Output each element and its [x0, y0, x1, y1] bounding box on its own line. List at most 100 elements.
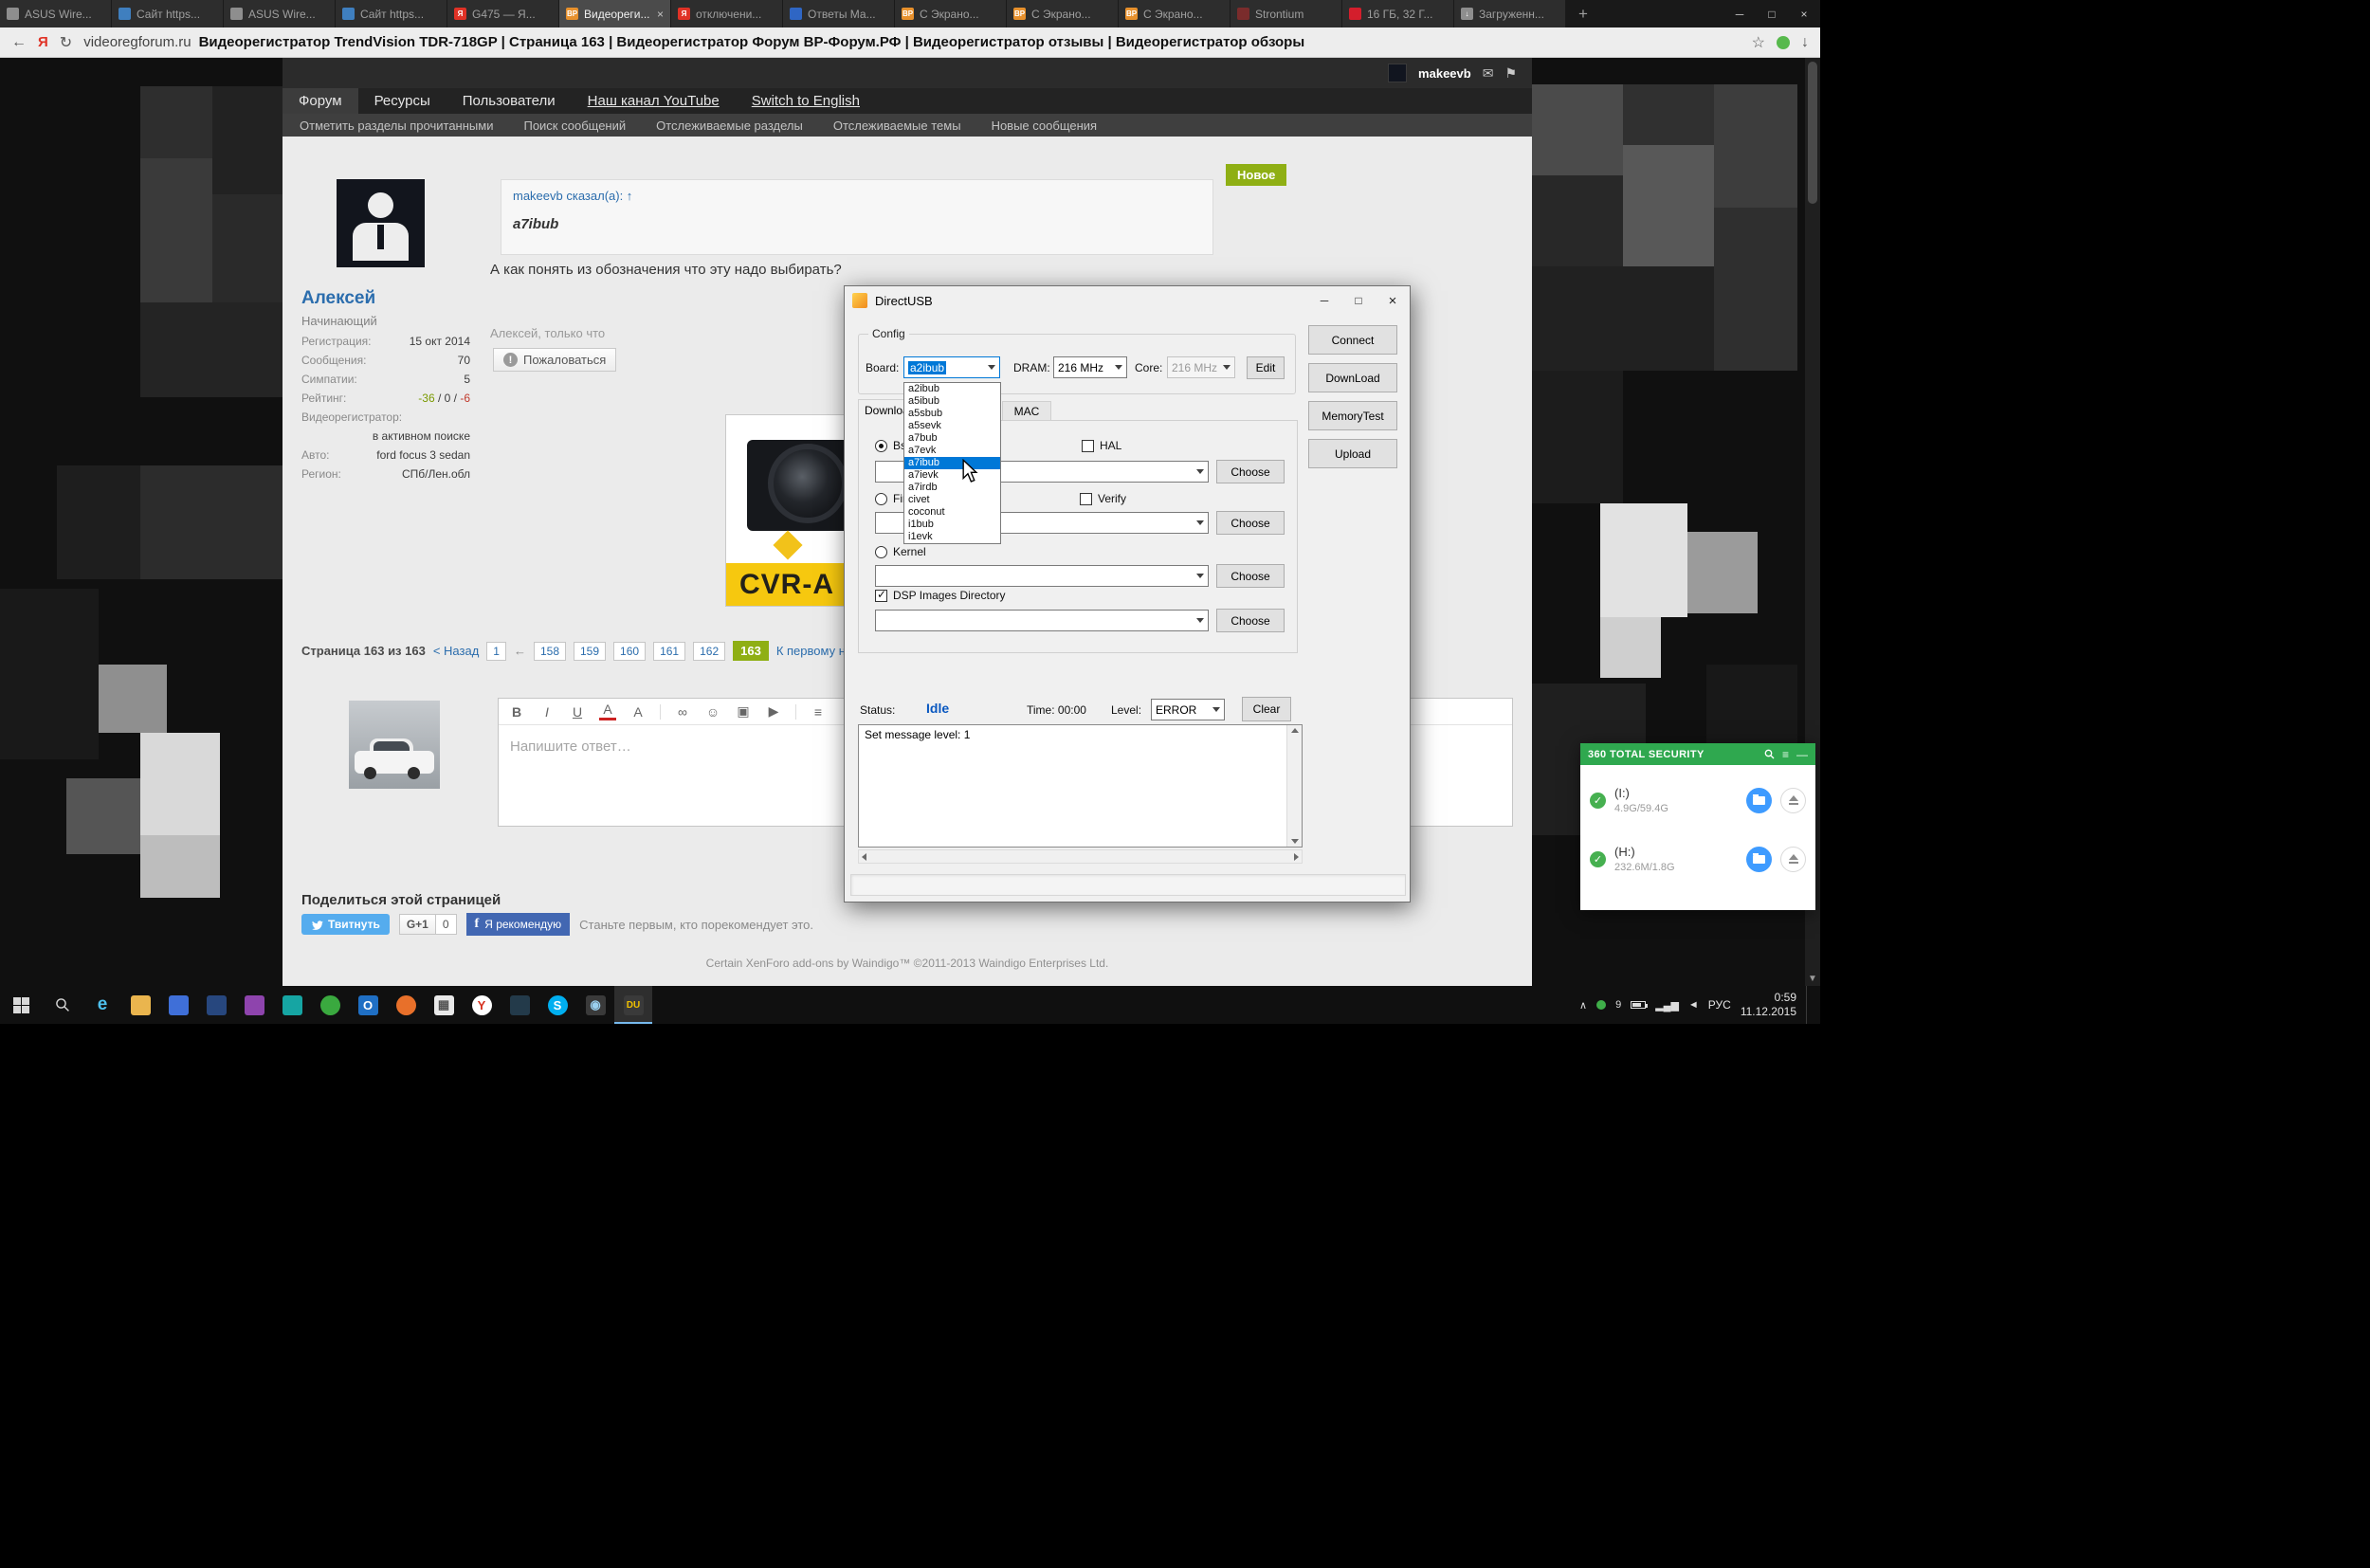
eject-drive-button[interactable]: [1780, 847, 1806, 872]
dropdown-option[interactable]: a7evk: [904, 445, 1000, 457]
dropdown-option[interactable]: a7irdb: [904, 482, 1000, 494]
dialog-close-button[interactable]: ×: [1376, 286, 1410, 315]
dropdown-option[interactable]: a5sevk: [904, 420, 1000, 432]
align-icon[interactable]: ≡: [810, 704, 827, 720]
underline-icon[interactable]: U: [569, 704, 586, 720]
taskbar-clock[interactable]: 0:5911.12.2015: [1741, 991, 1796, 1019]
tab-mac[interactable]: MAC: [1002, 401, 1051, 421]
level-select[interactable]: ERROR: [1151, 699, 1225, 720]
page-link-1[interactable]: 1: [486, 642, 506, 661]
tweet-button[interactable]: Твитнуть: [301, 914, 390, 935]
yandex-logo-icon[interactable]: Я: [38, 34, 48, 50]
browser-tab[interactable]: ВРС Экрано...: [895, 0, 1007, 27]
new-tab-button[interactable]: +: [1566, 0, 1600, 27]
bst-radio[interactable]: [875, 440, 887, 452]
taskbar-app-camera[interactable]: ◉: [576, 986, 614, 1024]
start-button[interactable]: [0, 986, 42, 1024]
hal-checkbox[interactable]: [1082, 440, 1094, 452]
link-icon[interactable]: ∞: [674, 704, 691, 720]
network-icon[interactable]: ▂▄▆: [1655, 999, 1679, 1012]
chevron-down-icon[interactable]: [1110, 357, 1126, 377]
kernel-choose-button[interactable]: Choose: [1216, 564, 1285, 588]
browser-tab[interactable]: Ответы Ма...: [783, 0, 895, 27]
taskbar-app-explorer[interactable]: [121, 986, 159, 1024]
dropdown-option[interactable]: a5ibub: [904, 395, 1000, 408]
scroll-left-icon[interactable]: [862, 853, 866, 861]
dropdown-option[interactable]: a7bub: [904, 432, 1000, 445]
font-size-icon[interactable]: A: [629, 704, 647, 720]
inbox-envelope-icon[interactable]: ✉: [1483, 65, 1494, 82]
kernel-file-input[interactable]: [875, 565, 1209, 587]
dropdown-option[interactable]: coconut: [904, 506, 1000, 519]
dsp-checkbox[interactable]: [875, 590, 887, 602]
scrollbar-down-icon[interactable]: ▼: [1805, 974, 1820, 984]
dialog-maximize-button[interactable]: □: [1341, 286, 1376, 315]
subnav-watched-threads[interactable]: Отслеживаемые темы: [833, 119, 961, 133]
taskbar-app-skype[interactable]: S: [538, 986, 576, 1024]
security-panel-header[interactable]: 360 TOTAL SECURITY ≡ —: [1580, 743, 1815, 765]
dropdown-option[interactable]: civet: [904, 494, 1000, 506]
volume-icon[interactable]: ◄: [1688, 999, 1699, 1011]
nav-item-youtube[interactable]: Наш канал YouTube: [572, 88, 736, 114]
eject-drive-button[interactable]: [1780, 788, 1806, 813]
chevron-down-icon[interactable]: [1192, 611, 1208, 630]
connect-button[interactable]: Connect: [1308, 325, 1397, 355]
open-drive-button[interactable]: [1746, 847, 1772, 872]
turbo-mode-icon[interactable]: [1777, 36, 1790, 49]
downloads-icon[interactable]: ↓: [1801, 34, 1809, 51]
browser-tab[interactable]: ↓Загруженн...: [1454, 0, 1566, 27]
show-desktop-button[interactable]: [1806, 986, 1813, 1024]
window-close-button[interactable]: ×: [1788, 0, 1820, 27]
nav-item-switch-english[interactable]: Switch to English: [736, 88, 876, 114]
alerts-flag-icon[interactable]: ⚑: [1504, 65, 1517, 82]
url-text[interactable]: videoregforum.ruВидеорегистратор TrendVi…: [83, 34, 1740, 50]
text-color-icon[interactable]: A: [599, 702, 616, 720]
taskbar-search-button[interactable]: [42, 986, 83, 1024]
subnav-watched-forums[interactable]: Отслеживаемые разделы: [656, 119, 803, 133]
tray-expand-icon[interactable]: ∧: [1579, 999, 1587, 1012]
browser-tab[interactable]: Сайт https...: [112, 0, 224, 27]
firmware-choose-button[interactable]: Choose: [1216, 511, 1285, 535]
page-link[interactable]: 159: [574, 642, 606, 661]
italic-icon[interactable]: I: [538, 704, 556, 720]
tray-badge-count[interactable]: 9: [1615, 999, 1621, 1011]
download-button[interactable]: DownLoad: [1308, 363, 1397, 392]
page-link[interactable]: 158: [534, 642, 566, 661]
quote-header-link[interactable]: makeevb сказал(а): ↑: [513, 189, 1201, 203]
dram-select[interactable]: 216 MHz: [1053, 356, 1127, 378]
taskbar-app-firefox[interactable]: [387, 986, 425, 1024]
tab-close-icon[interactable]: ×: [657, 8, 664, 21]
memorytest-button[interactable]: MemoryTest: [1308, 401, 1397, 430]
menu-icon[interactable]: ≡: [1782, 748, 1789, 761]
dropdown-option[interactable]: a2ibub: [904, 383, 1000, 395]
chevron-down-icon[interactable]: [1192, 462, 1208, 482]
image-icon[interactable]: ▣: [735, 703, 752, 720]
subnav-new-posts[interactable]: Новые сообщения: [992, 119, 1098, 133]
taskbar-app-outlook[interactable]: O: [349, 986, 387, 1024]
taskbar-app-directusb[interactable]: DU: [614, 986, 652, 1024]
dropdown-option[interactable]: i1evk: [904, 531, 1000, 543]
window-minimize-button[interactable]: ─: [1723, 0, 1756, 27]
browser-tab[interactable]: 16 ГБ, 32 Г...: [1342, 0, 1454, 27]
taskbar-app[interactable]: [311, 986, 349, 1024]
taskbar-app-edge[interactable]: e: [83, 986, 121, 1024]
chevron-down-icon[interactable]: [1208, 700, 1224, 720]
dialog-title-bar[interactable]: DirectUSB ─ □ ×: [845, 286, 1410, 315]
reply-user-avatar[interactable]: [349, 701, 440, 789]
language-indicator[interactable]: РУС: [1708, 998, 1731, 1012]
scrollbar-thumb[interactable]: [1808, 62, 1817, 204]
chevron-down-icon[interactable]: [983, 357, 999, 377]
board-select[interactable]: a2ibub: [903, 356, 1000, 378]
browser-tab[interactable]: ASUS Wire...: [0, 0, 112, 27]
media-icon[interactable]: ▶: [765, 703, 782, 720]
taskbar-app[interactable]: [273, 986, 311, 1024]
dsp-directory-input[interactable]: [875, 610, 1209, 631]
smilies-icon[interactable]: ☺: [704, 704, 721, 720]
dropdown-option[interactable]: a7ievk: [904, 469, 1000, 482]
author-name-link[interactable]: Алексей: [301, 288, 375, 309]
taskbar-app[interactable]: [235, 986, 273, 1024]
dropdown-option-highlighted[interactable]: a7ibub: [904, 457, 1000, 469]
dropdown-option[interactable]: a5sbub: [904, 408, 1000, 420]
taskbar-app[interactable]: [501, 986, 538, 1024]
report-button[interactable]: ! Пожаловаться: [493, 348, 616, 372]
